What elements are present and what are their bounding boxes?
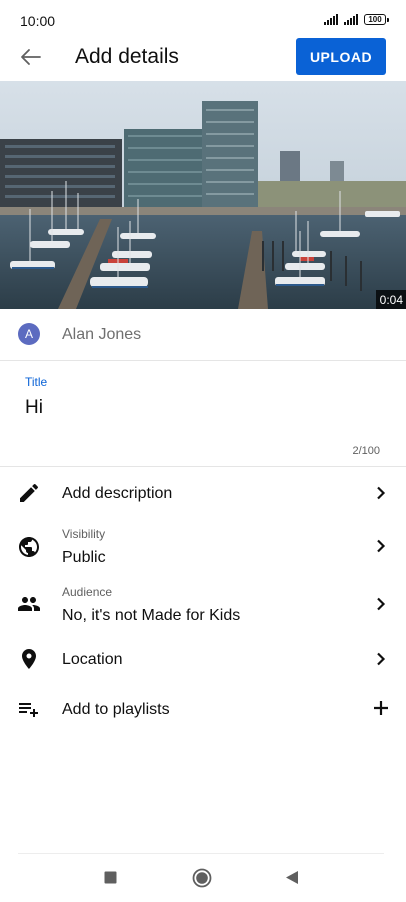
playlist-add-icon [19, 703, 38, 717]
app-bar: Add details UPLOAD [0, 36, 406, 80]
audience-item[interactable]: Audience No, it's not Made for Kids [0, 578, 406, 634]
system-nav-bar [0, 853, 406, 902]
square-icon [104, 871, 117, 884]
nav-divider [18, 853, 384, 854]
visibility-item[interactable]: Visibility Public [0, 520, 406, 576]
battery-icon: 100 [364, 14, 389, 25]
back-nav-button[interactable] [285, 870, 299, 890]
home-button[interactable] [192, 868, 212, 893]
channel-row: A Alan Jones [0, 310, 406, 361]
video-duration: 0:04 [375, 290, 406, 309]
chevron-right-icon [377, 539, 386, 553]
location-item[interactable]: Location [0, 636, 406, 684]
signal-icon [324, 13, 338, 25]
visibility-value: Public [62, 549, 106, 566]
chevron-right-icon [377, 486, 386, 500]
audience-value: No, it's not Made for Kids [62, 607, 241, 624]
pencil-icon [20, 483, 39, 502]
recents-button[interactable] [104, 871, 117, 889]
title-input[interactable] [25, 397, 355, 419]
title-field[interactable]: Title 2/100 [0, 361, 406, 467]
back-button[interactable] [16, 42, 46, 72]
chevron-right-icon [377, 652, 386, 666]
add-description-item[interactable]: Add description [0, 468, 406, 520]
add-to-playlists-label: Add to playlists [62, 701, 170, 718]
status-time: 10:00 [20, 13, 56, 29]
plus-icon[interactable] [372, 699, 390, 717]
location-label: Location [62, 651, 123, 668]
video-thumbnail[interactable]: 0:04 [0, 81, 406, 309]
people-icon [18, 597, 40, 611]
title-char-counter: 2/100 [352, 445, 380, 457]
status-icons: 100 [324, 13, 389, 25]
video-preview-image [0, 81, 406, 309]
add-to-playlists-item[interactable]: Add to playlists [0, 686, 406, 734]
avatar: A [18, 323, 40, 345]
arrow-back-icon [21, 49, 41, 65]
signal-icon-2 [344, 13, 358, 25]
visibility-caption: Visibility [62, 527, 106, 541]
title-label: Title [25, 375, 48, 389]
add-description-label: Add description [62, 485, 173, 502]
channel-name: Alan Jones [62, 326, 142, 343]
location-pin-icon [22, 649, 36, 669]
chevron-right-icon [377, 597, 386, 611]
audience-caption: Audience [62, 585, 113, 599]
upload-button[interactable]: UPLOAD [296, 38, 386, 75]
page-title: Add details [75, 45, 179, 68]
status-bar: 10:00 100 [0, 0, 406, 40]
home-circle-icon [192, 868, 212, 888]
triangle-back-icon [286, 871, 298, 884]
globe-icon [19, 537, 39, 557]
